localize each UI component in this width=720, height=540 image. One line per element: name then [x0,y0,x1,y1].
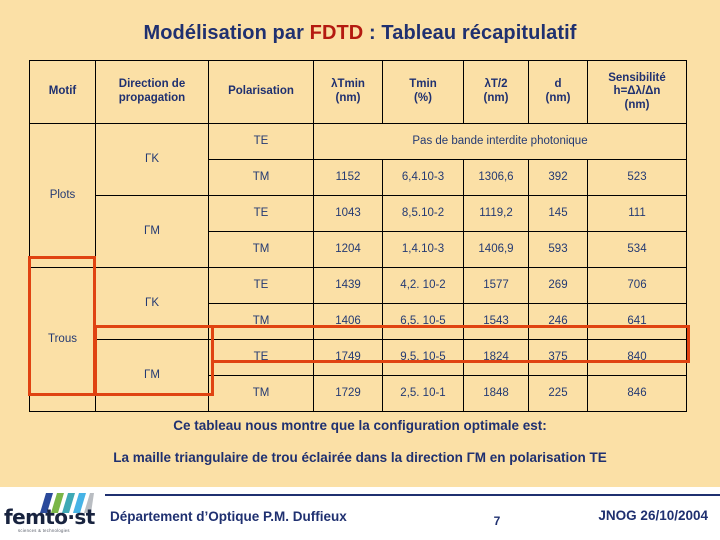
lambda-tmin-cell: 1406 [313,303,383,340]
polarisation-cell: TE [208,267,314,304]
tmin-cell: 9,5. 10-5 [382,339,464,376]
title-part-before: Modélisation par [143,22,310,44]
sensibilite-cell: 840 [587,339,687,376]
d-cell: 246 [528,303,588,340]
col-header-lambda-t2: λT/2 (nm) [463,60,529,124]
tmin-cell: 4,2. 10-2 [382,267,464,304]
table-row: ΓM TE 1043 8,5.10-2 1119,2 145 111 [30,195,687,268]
lambda-tmin-cell: 1729 [313,375,383,412]
col-header-direction-line2: propagation [118,92,186,104]
col-header-polarisation-label: Polarisation [228,85,294,98]
col-header-lambda-tmin-line1: λTmin [331,78,365,91]
col-header-direction-line1: Direction de [118,78,186,91]
motif-cell-trous: Trous [29,267,96,412]
polarisation-cell: TE [208,339,314,376]
tmin-cell: 6,4.10-3 [382,159,464,196]
direction-cell-gk-trous: ΓK [95,267,209,340]
recap-table: Motif Direction de propagation Polarisat… [29,60,687,412]
d-cell: 225 [528,375,588,412]
col-header-lambda-t2-line1: λT/2 [484,78,508,91]
col-header-sensibilite: Sensibilité h=Δλ/Δn (nm) [587,60,687,124]
conference-label: JNOG 26/10/2004 [598,508,708,523]
logo-subtitle: sciences & technologies [18,528,70,533]
table-row-highlighted: ΓM TE 1749 9,5. 10-5 1824 375 840 [30,339,687,412]
table-row: Plots ΓK TE Pas de bande interdite photo… [29,123,687,268]
department-label: Département d’Optique P.M. Duffieux [110,509,347,524]
table-header-row: Motif Direction de propagation Polarisat… [29,60,687,124]
col-header-polarisation: Polarisation [208,60,314,124]
sensibilite-cell: 111 [587,195,687,232]
table-body: Plots ΓK TE Pas de bande interdite photo… [29,123,687,412]
col-header-direction: Direction de propagation [95,60,209,124]
polarisation-cell: TE [208,195,314,232]
lambda-tmin-cell: 1152 [313,159,383,196]
lambda-tmin-cell: 1043 [313,195,383,232]
lambda-t2-cell: 1543 [463,303,529,340]
col-header-lambda-t2-line2: (nm) [483,92,509,104]
lambda-t2-cell: 1848 [463,375,529,412]
conclusion-line-1: Ce tableau nous montre que la configurat… [173,418,547,433]
col-header-tmin-line1: Tmin [409,78,437,91]
footer-divider [105,494,720,496]
col-header-d-line1: d [554,78,562,91]
polarisation-cell: TM [208,303,314,340]
slide: Modélisation par FDTD : Tableau récapitu… [0,0,720,540]
sensibilite-cell: 534 [587,231,687,268]
sensibilite-cell: 523 [587,159,687,196]
col-header-sensibilite-line3: (nm) [624,98,650,111]
slide-footer: femto·st sciences & technologies Départe… [0,487,720,540]
col-header-lambda-tmin: λTmin (nm) [313,60,383,124]
lambda-tmin-cell: 1749 [313,339,383,376]
d-cell: 593 [528,231,588,268]
sensibilite-cell: 641 [587,303,687,340]
direction-cell-gm-trous: ΓM [95,339,209,412]
logo-wordmark: femto·st [4,505,95,529]
conclusion-line-2: La maille triangulaire de trou éclairée … [113,450,607,465]
polarisation-cell: TE [208,123,314,160]
lambda-tmin-cell: 1439 [313,267,383,304]
table-header: Motif Direction de propagation Polarisat… [29,60,687,124]
polarisation-cell: TM [208,231,314,268]
polarisation-cell: TM [208,375,314,412]
col-header-tmin: Tmin (%) [382,60,464,124]
d-cell: 392 [528,159,588,196]
col-header-sensibilite-line2: h=Δλ/Δn [613,85,661,98]
polarisation-cell: TM [208,159,314,196]
lambda-tmin-cell: 1204 [313,231,383,268]
d-cell: 145 [528,195,588,232]
direction-cell-gm-plots: ΓM [95,195,209,268]
col-header-d: d (nm) [528,60,588,124]
title-part-after: : Tableau récapitulatif [363,22,577,44]
tmin-cell: 1,4.10-3 [382,231,464,268]
col-header-d-line2: (nm) [545,92,571,104]
tmin-cell: 6,5. 10-5 [382,303,464,340]
femto-st-logo: femto·st sciences & technologies [2,493,106,537]
lambda-t2-cell: 1119,2 [463,195,529,232]
page-title: Modélisation par FDTD : Tableau récapitu… [0,22,720,45]
sensibilite-cell: 846 [587,375,687,412]
col-header-lambda-tmin-line2: (nm) [335,92,361,104]
sensibilite-cell: 706 [587,267,687,304]
lambda-t2-cell: 1577 [463,267,529,304]
motif-cell-plots: Plots [29,123,96,268]
lambda-t2-cell: 1306,6 [463,159,529,196]
d-cell: 375 [528,339,588,376]
col-header-tmin-line2: (%) [414,92,432,104]
col-header-motif: Motif [29,60,96,124]
tmin-cell: 2,5. 10-1 [382,375,464,412]
lambda-t2-cell: 1406,9 [463,231,529,268]
no-photonic-bandgap-note: Pas de bande interdite photonique [313,123,687,160]
lambda-t2-cell: 1824 [463,339,529,376]
table-row: Trous ΓK TE 1439 4,2. 10-2 1577 269 706 [29,267,687,412]
title-accent-fdtd: FDTD [309,22,364,44]
d-cell: 269 [528,267,588,304]
col-header-sensibilite-line1: Sensibilité [608,71,666,84]
tmin-cell: 8,5.10-2 [382,195,464,232]
col-header-motif-label: Motif [48,85,77,98]
direction-cell-gk-plots: ΓK [95,123,209,196]
page-number: 7 [493,514,501,528]
recap-table-wrapper: Motif Direction de propagation Polarisat… [29,60,687,412]
